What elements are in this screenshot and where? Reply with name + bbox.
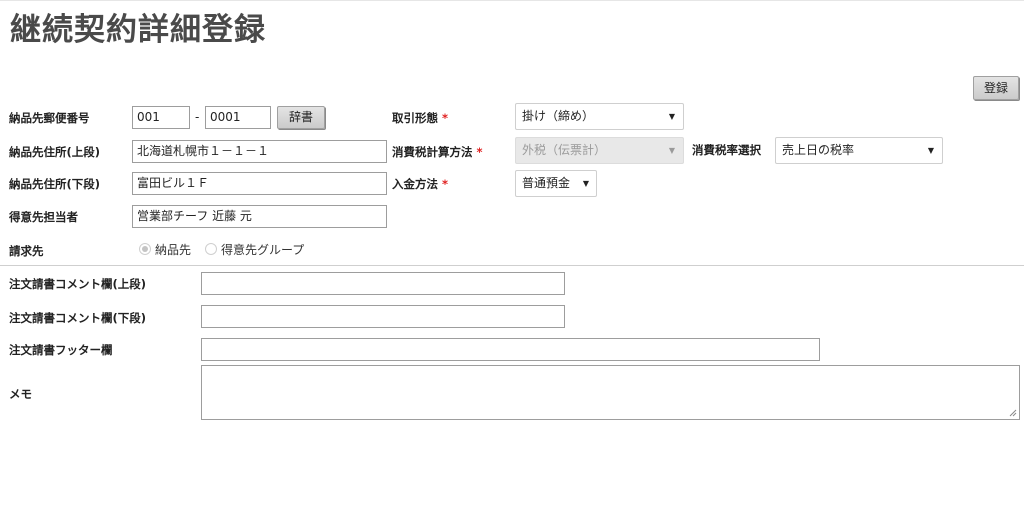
postal-dictionary-button[interactable]: 辞書 xyxy=(277,106,325,129)
comment-upper-label: 注文請書コメント欄(上段) xyxy=(9,277,147,291)
chevron-down-icon: ▼ xyxy=(927,146,934,155)
chevron-down-icon: ▼ xyxy=(668,146,675,155)
postal-code-label: 納品先郵便番号 xyxy=(9,111,90,125)
billing-radio-customer-group[interactable] xyxy=(205,243,217,255)
contact-person-input[interactable]: 営業部チーフ 近藤 元 xyxy=(132,205,387,228)
address-lower-input[interactable]: 富田ビル１Ｆ xyxy=(132,172,387,195)
transaction-type-select[interactable]: 掛け（締め） ▼ xyxy=(515,103,684,130)
payment-method-label-text: 入金方法 xyxy=(392,177,438,191)
contact-person-label: 得意先担当者 xyxy=(9,210,78,224)
postal-code-second-input[interactable]: 0001 xyxy=(205,106,271,129)
billing-radio-delivery-label: 納品先 xyxy=(155,243,192,257)
postal-code-separator: - xyxy=(195,110,200,124)
billing-radio-delivery[interactable] xyxy=(139,243,151,255)
postal-code-first-input[interactable]: 001 xyxy=(132,106,190,129)
tax-calc-label: 消費税計算方法 * xyxy=(392,144,483,160)
memo-textarea[interactable] xyxy=(201,365,1020,420)
transaction-type-label-text: 取引形態 xyxy=(392,111,438,125)
top-border xyxy=(0,0,1024,1)
section-divider xyxy=(0,265,1024,266)
address-upper-label: 納品先住所(上段) xyxy=(9,145,101,159)
required-mark: * xyxy=(442,177,449,191)
comment-lower-label: 注文請書コメント欄(下段) xyxy=(9,311,147,325)
tax-calc-label-text: 消費税計算方法 xyxy=(392,145,473,159)
address-upper-input[interactable]: 北海道札幌市１－１－１ xyxy=(132,140,387,163)
tax-rate-label: 消費税率選択 xyxy=(692,143,761,157)
address-lower-label: 納品先住所(下段) xyxy=(9,177,101,191)
payment-method-label: 入金方法 * xyxy=(392,176,448,192)
transaction-type-value: 掛け（締め） xyxy=(522,109,595,123)
memo-label: メモ xyxy=(9,387,32,401)
resize-grip-icon[interactable] xyxy=(1009,409,1017,417)
comment-lower-input[interactable] xyxy=(201,305,565,328)
comment-upper-input[interactable] xyxy=(201,272,565,295)
required-mark: * xyxy=(476,145,483,159)
payment-method-select[interactable]: 普通預金 ▼ xyxy=(515,170,597,197)
chevron-down-icon: ▼ xyxy=(668,112,675,121)
tax-calc-value: 外税（伝票計） xyxy=(522,143,607,157)
billing-label: 請求先 xyxy=(9,244,44,258)
chevron-down-icon: ▼ xyxy=(582,179,589,188)
tax-calc-select: 外税（伝票計） ▼ xyxy=(515,137,684,164)
footer-label: 注文請書フッター欄 xyxy=(9,343,113,357)
register-button[interactable]: 登録 xyxy=(973,76,1019,100)
footer-input[interactable] xyxy=(201,338,820,361)
transaction-type-label: 取引形態 * xyxy=(392,110,448,126)
page-title: 継続契約詳細登録 xyxy=(10,12,266,48)
tax-rate-value: 売上日の税率 xyxy=(782,143,855,157)
required-mark: * xyxy=(442,111,449,125)
billing-radio-customer-group-label: 得意先グループ xyxy=(221,243,305,257)
payment-method-value: 普通預金 xyxy=(522,176,571,190)
tax-rate-select[interactable]: 売上日の税率 ▼ xyxy=(775,137,943,164)
